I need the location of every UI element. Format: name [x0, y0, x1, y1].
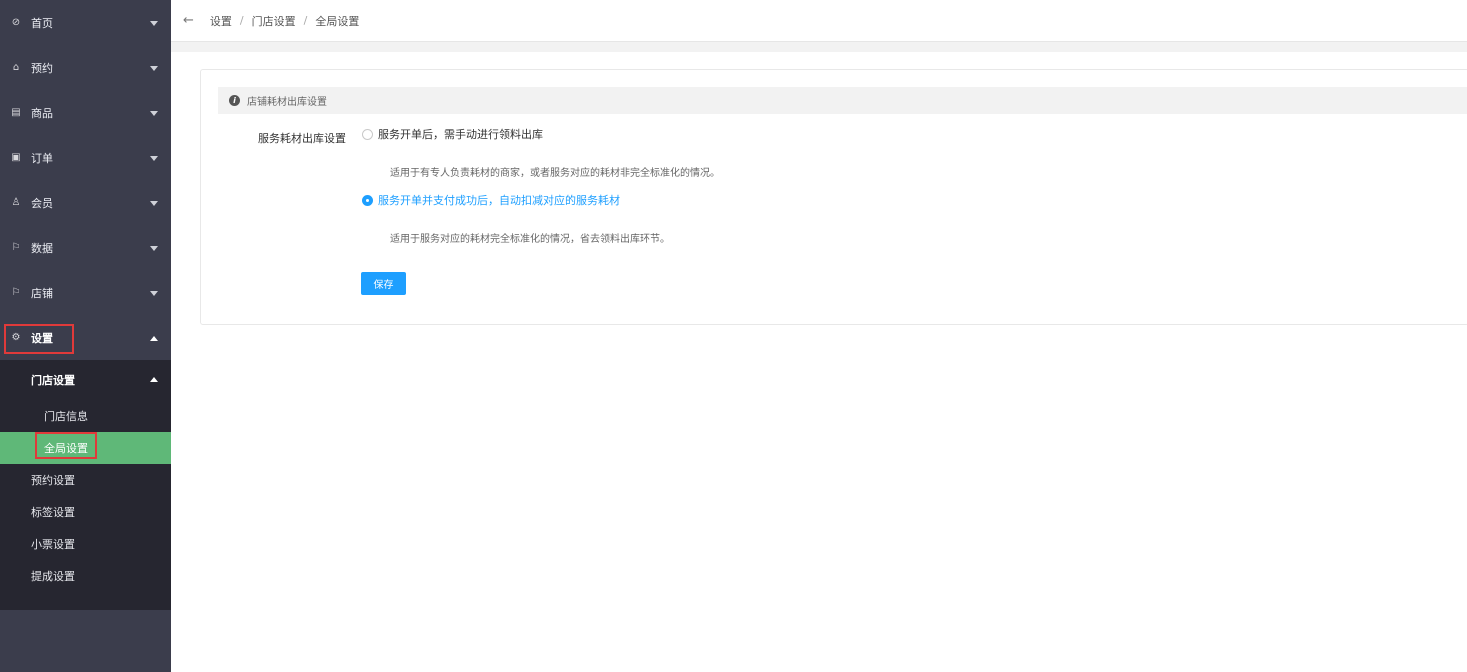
sidebar-item-label: 订单: [31, 151, 53, 165]
breadcrumb-item[interactable]: 设置: [210, 13, 232, 29]
sidebar-item-label: 商品: [31, 106, 53, 120]
chevron-down-icon: [150, 110, 158, 116]
submenu-spacer: [0, 592, 171, 610]
submenu-item-tag-settings[interactable]: 标签设置: [0, 496, 171, 528]
home-icon: ⌂: [12, 62, 20, 73]
submenu-item-label: 预约设置: [31, 474, 75, 487]
breadcrumb-item[interactable]: 门店设置: [252, 13, 296, 29]
order-icon: ▣: [11, 152, 21, 163]
settings-card: i 店铺耗材出库设置 服务耗材出库设置 服务开单后，需手动进行领料出库 适用于有…: [200, 69, 1467, 325]
submenu-item-commission-settings[interactable]: 提成设置: [0, 560, 171, 592]
sidebar-item-members[interactable]: ♙ 会员: [0, 180, 171, 225]
chevron-down-icon: [150, 200, 158, 206]
chevron-down-icon: [150, 290, 158, 296]
submenu-group-label: 门店设置: [31, 374, 75, 387]
sidebar-item-label: 店铺: [31, 286, 53, 300]
sidebar-item-label: 设置: [31, 331, 53, 345]
radio-button[interactable]: [362, 128, 373, 140]
users-icon: ♙: [11, 197, 21, 208]
chevron-up-icon: [150, 335, 158, 341]
submenu-item-label: 小票设置: [31, 538, 75, 551]
document-icon: ▤: [11, 107, 21, 118]
submenu-item-global-settings[interactable]: 全局设置: [0, 432, 171, 464]
sidebar-item-booking[interactable]: ⌂ 预约: [0, 45, 171, 90]
field-label: 服务耗材出库设置: [258, 132, 346, 145]
sidebar-item-label: 数据: [31, 241, 53, 255]
sidebar-item-products[interactable]: ▤ 商品: [0, 90, 171, 135]
submenu-item-label: 提成设置: [31, 570, 75, 583]
breadcrumb-current: 全局设置: [315, 14, 360, 28]
submenu-item-label: 全局设置: [44, 442, 88, 455]
settings-submenu: 门店设置 门店信息 全局设置 预约设置 标签设置 小票设置 提成设置: [0, 360, 171, 610]
radio-option-auto[interactable]: 服务开单并支付成功后，自动扣减对应的服务耗材: [362, 192, 620, 208]
sidebar-item-orders[interactable]: ▣ 订单: [0, 135, 171, 180]
radio-option-manual[interactable]: 服务开单后，需手动进行领料出库: [362, 126, 543, 142]
chevron-down-icon: [150, 20, 158, 26]
sidebar-item-label: 首页: [31, 16, 53, 30]
option-description: 适用于有专人负责耗材的商家，或者服务对应的耗材非完全标准化的情况。: [390, 168, 720, 179]
radio-label: 服务开单后，需手动进行领料出库: [378, 128, 543, 141]
flag-icon: ⚐: [11, 287, 21, 298]
sidebar-item-home[interactable]: ⊘ 首页: [0, 0, 171, 45]
submenu-item-label: 标签设置: [31, 506, 75, 519]
gear-icon: ⚙: [11, 332, 21, 343]
section-title-bar: i 店铺耗材出库设置: [218, 87, 1467, 114]
submenu-item-receipt-settings[interactable]: 小票设置: [0, 528, 171, 560]
breadcrumb-separator: /: [239, 14, 244, 27]
section-title: 店铺耗材出库设置: [247, 97, 327, 108]
info-icon: i: [229, 95, 240, 106]
sidebar-item-data[interactable]: ⚐ 数据: [0, 225, 171, 270]
dashboard-icon: ⊘: [11, 17, 21, 28]
breadcrumb-separator: /: [303, 14, 308, 27]
sidebar-item-label: 会员: [31, 196, 53, 210]
back-arrow-icon[interactable]: ←: [183, 13, 194, 28]
sidebar-item-store[interactable]: ⚐ 店铺: [0, 270, 171, 315]
sidebar-item-settings[interactable]: ⚙ 设置: [0, 315, 171, 360]
radio-button-checked[interactable]: [362, 194, 373, 206]
submenu-item-store-info[interactable]: 门店信息: [0, 400, 171, 432]
sidebar: ⊘ 首页 ⌂ 预约 ▤ 商品 ▣ 订单 ♙ 会员 ⚐ 数据 ⚐ 店铺 ⚙ 设置: [0, 0, 171, 672]
main-content: i 店铺耗材出库设置 服务耗材出库设置 服务开单后，需手动进行领料出库 适用于有…: [171, 42, 1467, 672]
chevron-down-icon: [150, 65, 158, 71]
submenu-item-label: 门店信息: [44, 410, 88, 423]
chevron-down-icon: [150, 245, 158, 251]
radio-label: 服务开单并支付成功后，自动扣减对应的服务耗材: [378, 194, 620, 207]
chevron-up-icon: [150, 377, 158, 382]
sidebar-item-label: 预约: [31, 61, 53, 75]
save-button[interactable]: 保存: [361, 272, 406, 295]
flag-icon: ⚐: [11, 242, 21, 253]
content-top-band: [171, 42, 1467, 52]
submenu-group-store-settings[interactable]: 门店设置: [0, 360, 171, 400]
chevron-down-icon: [150, 155, 158, 161]
top-header: ← 设置 / 门店设置 / 全局设置: [171, 0, 1467, 42]
option-description: 适用于服务对应的耗材完全标准化的情况，省去领料出库环节。: [390, 234, 670, 245]
submenu-item-booking-settings[interactable]: 预约设置: [0, 464, 171, 496]
